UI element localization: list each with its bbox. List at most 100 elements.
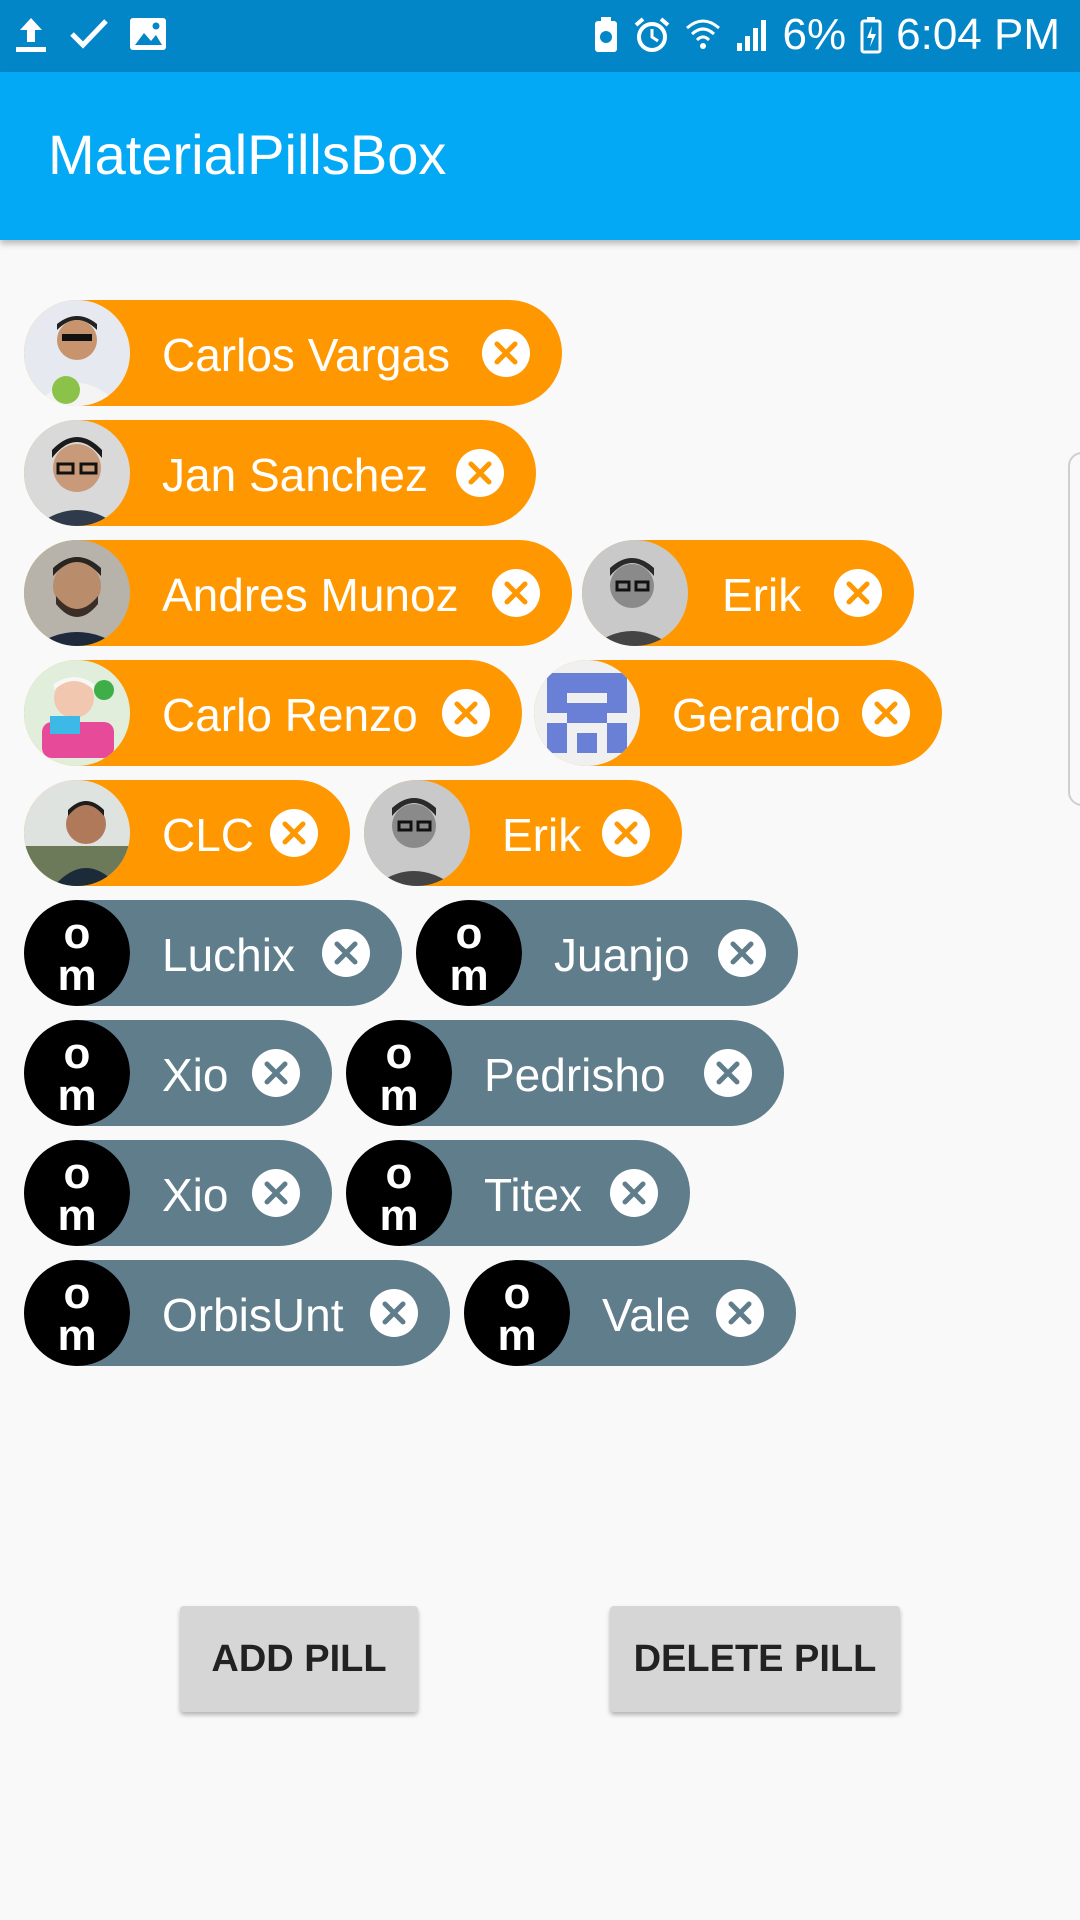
svg-text:m: m bbox=[57, 1191, 96, 1240]
pill[interactable]: om Xio bbox=[24, 1140, 332, 1246]
remove-pill-button[interactable] bbox=[492, 569, 540, 617]
close-icon bbox=[874, 701, 898, 725]
avatar bbox=[582, 540, 688, 646]
om-logo-avatar: om bbox=[24, 1140, 130, 1246]
pill[interactable]: om Juanjo bbox=[416, 900, 798, 1006]
close-icon bbox=[454, 701, 478, 725]
om-logo-avatar: om bbox=[24, 1020, 130, 1126]
pill[interactable]: Carlo Renzo bbox=[24, 660, 522, 766]
remove-pill-button[interactable] bbox=[482, 329, 530, 377]
close-icon bbox=[716, 1061, 740, 1085]
remove-pill-button[interactable] bbox=[270, 809, 318, 857]
app-bar: MaterialPillsBox bbox=[0, 72, 1080, 240]
remove-pill-button[interactable] bbox=[834, 569, 882, 617]
svg-text:m: m bbox=[57, 951, 96, 1000]
remove-pill-button[interactable] bbox=[252, 1049, 300, 1097]
clock: 6:04 PM bbox=[896, 10, 1060, 59]
close-icon bbox=[382, 1301, 406, 1325]
wifi-icon bbox=[685, 19, 720, 49]
alarm-icon bbox=[634, 17, 669, 52]
pill-label: Jan Sanchez bbox=[162, 449, 428, 501]
pill[interactable]: om Xio bbox=[24, 1020, 332, 1126]
pill[interactable]: om Titex bbox=[346, 1140, 690, 1246]
pill-label: Gerardo bbox=[672, 689, 841, 741]
close-icon bbox=[334, 941, 358, 965]
battery-icon bbox=[860, 17, 882, 54]
close-icon bbox=[264, 1061, 288, 1085]
pill[interactable]: CLC bbox=[24, 780, 350, 886]
avatar bbox=[24, 660, 130, 766]
pill-label: Carlo Renzo bbox=[162, 689, 418, 741]
pill[interactable]: Carlos Vargas bbox=[24, 300, 562, 406]
check-icon bbox=[70, 19, 108, 49]
close-icon bbox=[622, 1181, 646, 1205]
pill[interactable]: Jan Sanchez bbox=[24, 420, 536, 526]
remove-pill-button[interactable] bbox=[322, 929, 370, 977]
svg-text:m: m bbox=[379, 1071, 418, 1120]
pill-label: Luchix bbox=[162, 929, 295, 981]
close-icon bbox=[468, 461, 492, 485]
remove-pill-button[interactable] bbox=[442, 689, 490, 737]
remove-pill-button[interactable] bbox=[718, 929, 766, 977]
svg-text:m: m bbox=[57, 1071, 96, 1120]
remove-pill-button[interactable] bbox=[704, 1049, 752, 1097]
pill-label: OrbisUnt bbox=[162, 1289, 344, 1341]
pill[interactable]: om Vale bbox=[464, 1260, 796, 1366]
om-logo-avatar: om bbox=[24, 1260, 130, 1366]
remove-pill-button[interactable] bbox=[456, 449, 504, 497]
om-logo-avatar: om bbox=[24, 900, 130, 1006]
close-icon bbox=[264, 1181, 288, 1205]
add-pill-button[interactable]: ADD PILL bbox=[180, 1606, 418, 1712]
pill-label: Andres Munoz bbox=[162, 569, 459, 621]
remove-pill-button[interactable] bbox=[862, 689, 910, 737]
pill[interactable]: Erik bbox=[364, 780, 682, 886]
pill-label: Vale bbox=[602, 1289, 691, 1341]
remove-pill-button[interactable] bbox=[370, 1289, 418, 1337]
om-logo-avatar: om bbox=[346, 1020, 452, 1126]
avatar bbox=[534, 660, 640, 766]
system-icons: 6% 6:04 PM bbox=[593, 10, 1060, 60]
remove-pill-button[interactable] bbox=[716, 1289, 764, 1337]
app-title: MaterialPillsBox bbox=[48, 123, 447, 186]
pill[interactable]: om OrbisUnt bbox=[24, 1260, 450, 1366]
svg-text:m: m bbox=[379, 1191, 418, 1240]
pill-label: Pedrisho bbox=[484, 1049, 666, 1101]
upload-icon bbox=[16, 18, 46, 52]
close-icon bbox=[728, 1301, 752, 1325]
close-icon bbox=[846, 581, 870, 605]
remove-pill-button[interactable] bbox=[602, 809, 650, 857]
signal-icon bbox=[736, 20, 766, 51]
pill-label: Xio bbox=[162, 1169, 229, 1221]
pill[interactable]: Andres Munoz bbox=[24, 540, 572, 646]
pill-label: CLC bbox=[162, 809, 255, 861]
om-logo-avatar: om bbox=[464, 1260, 570, 1366]
remove-pill-button[interactable] bbox=[252, 1169, 300, 1217]
close-icon bbox=[504, 581, 528, 605]
svg-text:m: m bbox=[57, 1311, 96, 1360]
pill[interactable]: om Luchix bbox=[24, 900, 402, 1006]
image-icon bbox=[130, 18, 166, 50]
avatar bbox=[24, 780, 130, 886]
pill[interactable]: om Pedrisho bbox=[346, 1020, 784, 1126]
remove-pill-button[interactable] bbox=[610, 1169, 658, 1217]
pill-label: Xio bbox=[162, 1049, 229, 1101]
pill[interactable]: Erik bbox=[582, 540, 914, 646]
close-icon bbox=[282, 821, 306, 845]
close-icon bbox=[494, 341, 518, 365]
delete-pill-button[interactable]: DELETE PILL bbox=[610, 1606, 900, 1712]
svg-text:m: m bbox=[497, 1311, 536, 1360]
avatar bbox=[24, 540, 130, 646]
pill-label: Carlos Vargas bbox=[162, 329, 451, 381]
svg-text:m: m bbox=[449, 951, 488, 1000]
avatar bbox=[24, 420, 130, 526]
close-icon bbox=[614, 821, 638, 845]
battery-saver-icon bbox=[594, 17, 617, 52]
pill-label: Erik bbox=[722, 569, 802, 621]
pill-label: Titex bbox=[484, 1169, 582, 1221]
edge-panel-handle[interactable] bbox=[1068, 452, 1080, 806]
avatar bbox=[364, 780, 470, 886]
status-bar: 6% 6:04 PM bbox=[0, 0, 1080, 72]
pill-label: Erik bbox=[502, 809, 582, 861]
pill-label: Juanjo bbox=[554, 929, 690, 981]
pill[interactable]: Gerardo bbox=[534, 660, 942, 766]
